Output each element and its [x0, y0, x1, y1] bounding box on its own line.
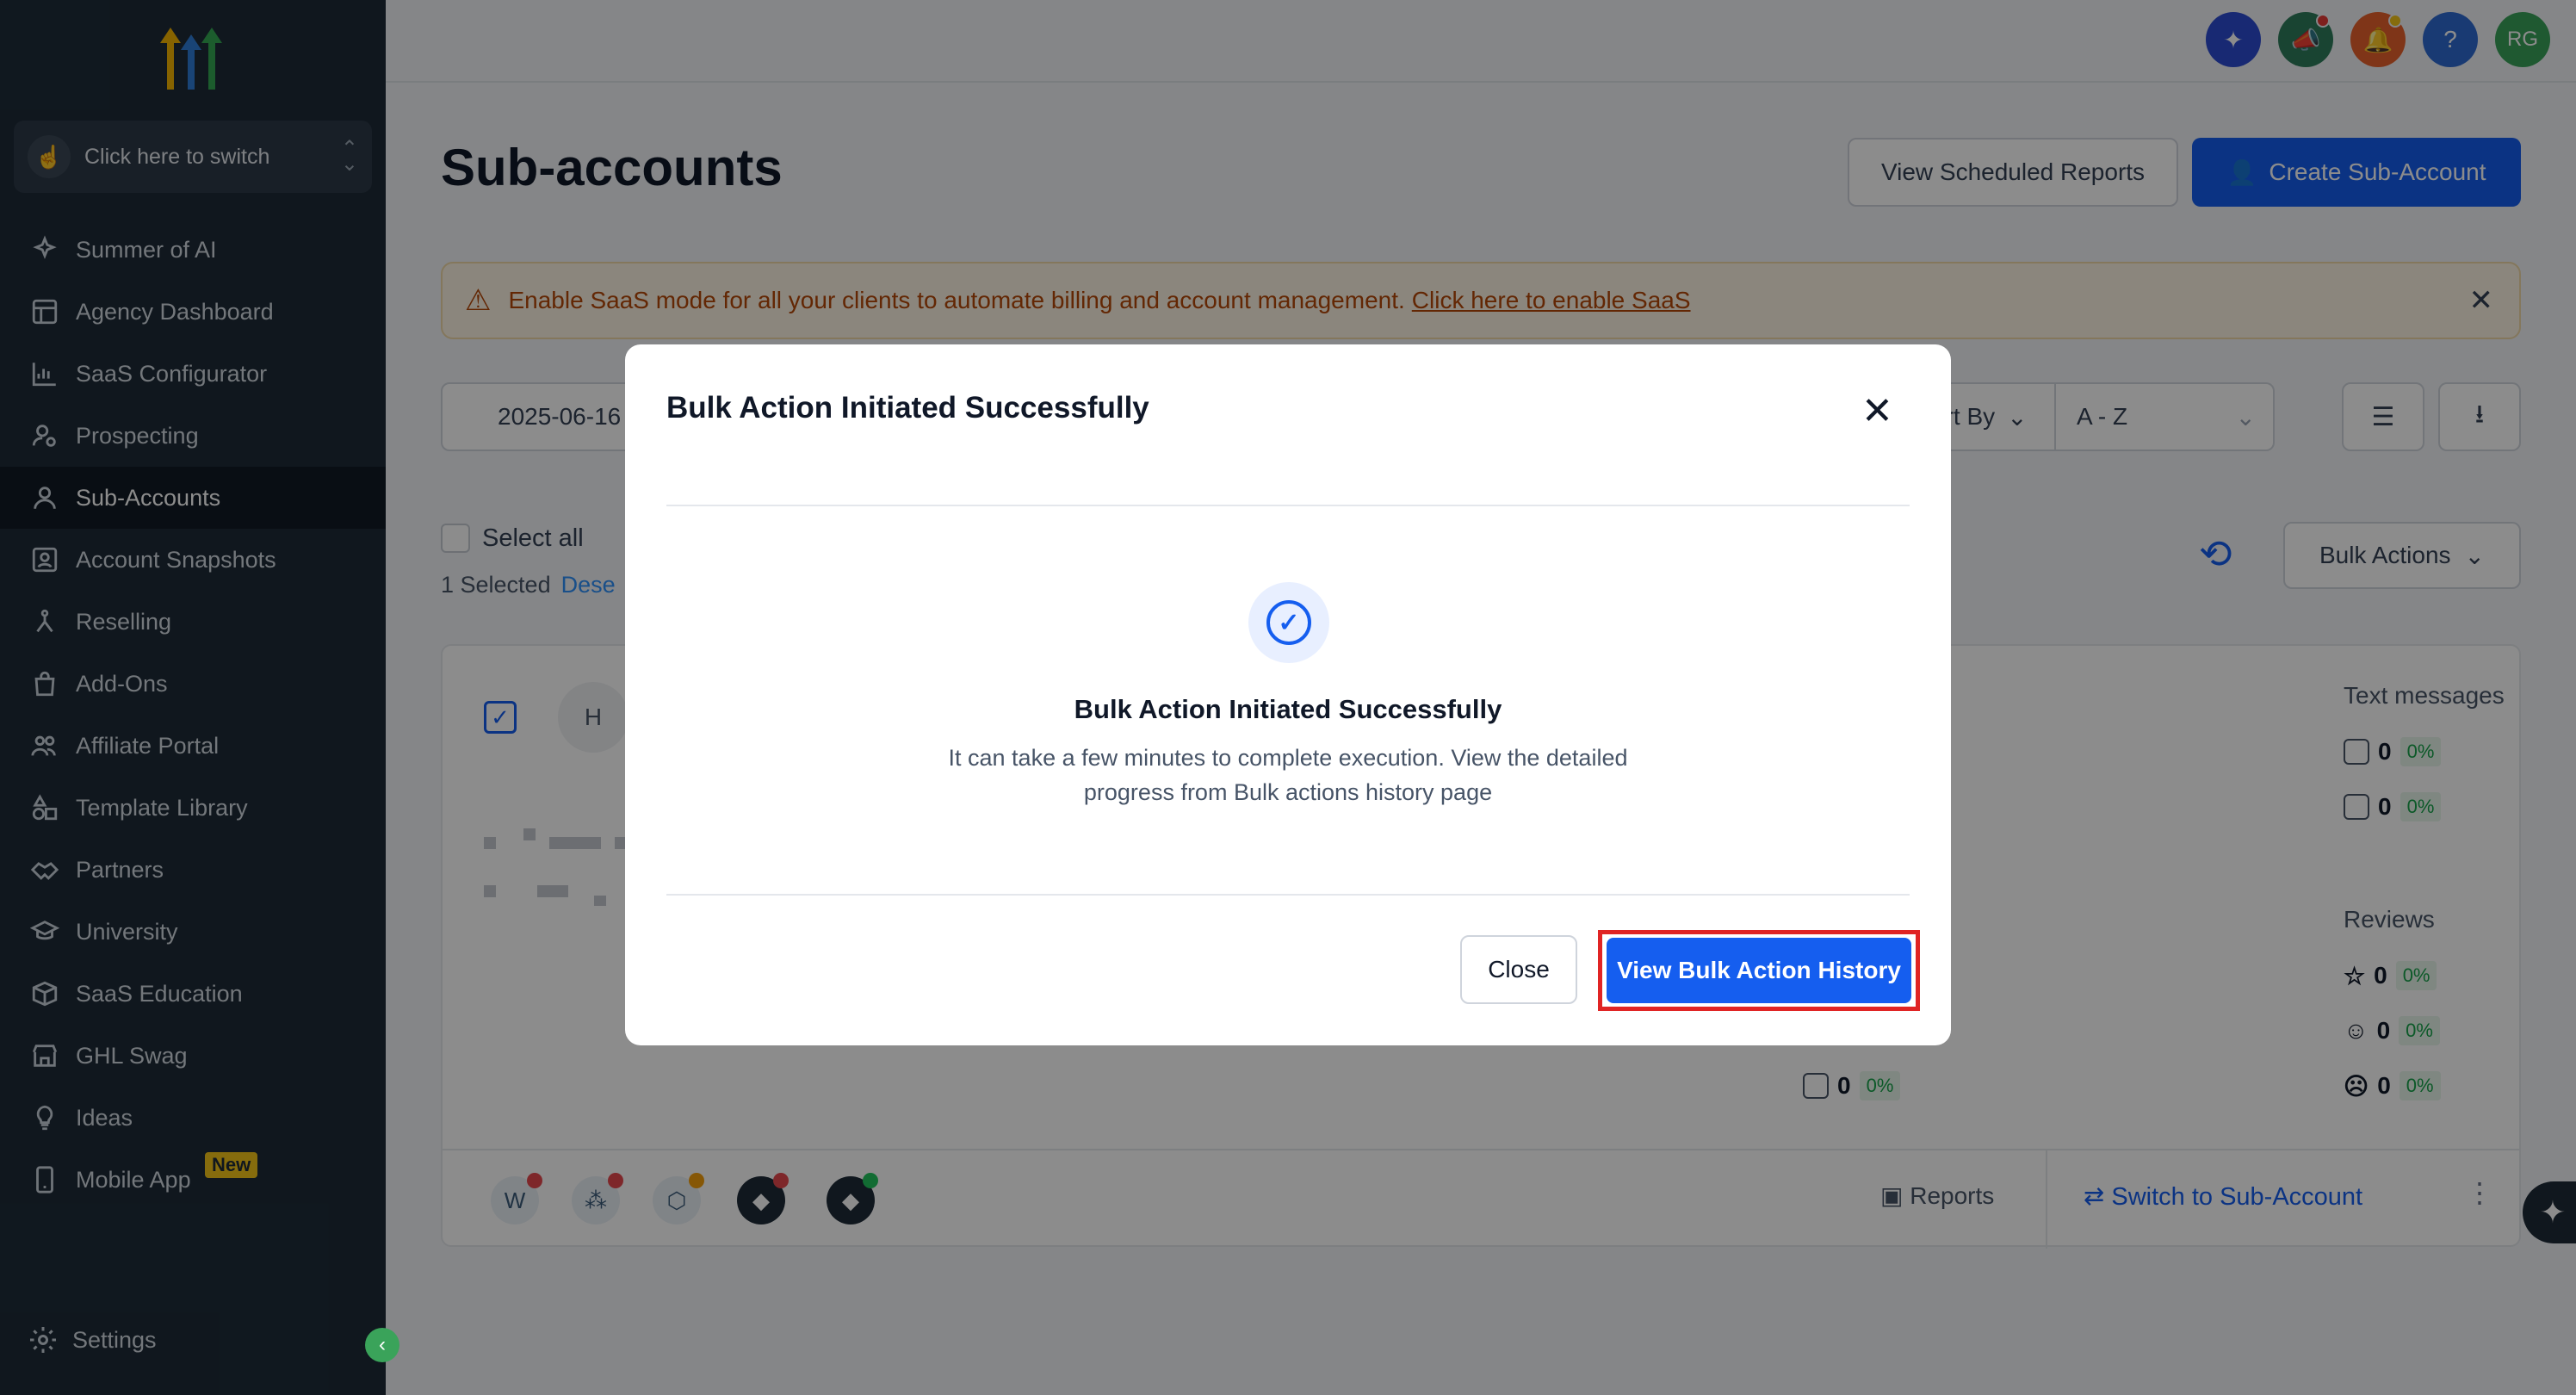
modal-heading: Bulk Action Initiated Successfully	[1074, 694, 1502, 724]
close-icon[interactable]: ✕	[1861, 393, 1893, 431]
bulk-action-modal: Bulk Action Initiated Successfully ✕ ✓ B…	[625, 344, 1951, 1045]
collapse-sidebar-button[interactable]: ‹	[365, 1328, 399, 1362]
success-check-icon: ✓	[1248, 582, 1329, 663]
modal-description: It can take a few minutes to complete ex…	[948, 745, 1628, 805]
close-button[interactable]: Close	[1460, 935, 1577, 1004]
divider	[666, 894, 1910, 896]
divider	[666, 505, 1910, 506]
view-bulk-action-history-highlight: View Bulk Action History	[1598, 930, 1920, 1011]
modal-title: Bulk Action Initiated Successfully	[666, 391, 1149, 425]
view-bulk-action-history-button[interactable]: View Bulk Action History	[1607, 938, 1911, 1003]
